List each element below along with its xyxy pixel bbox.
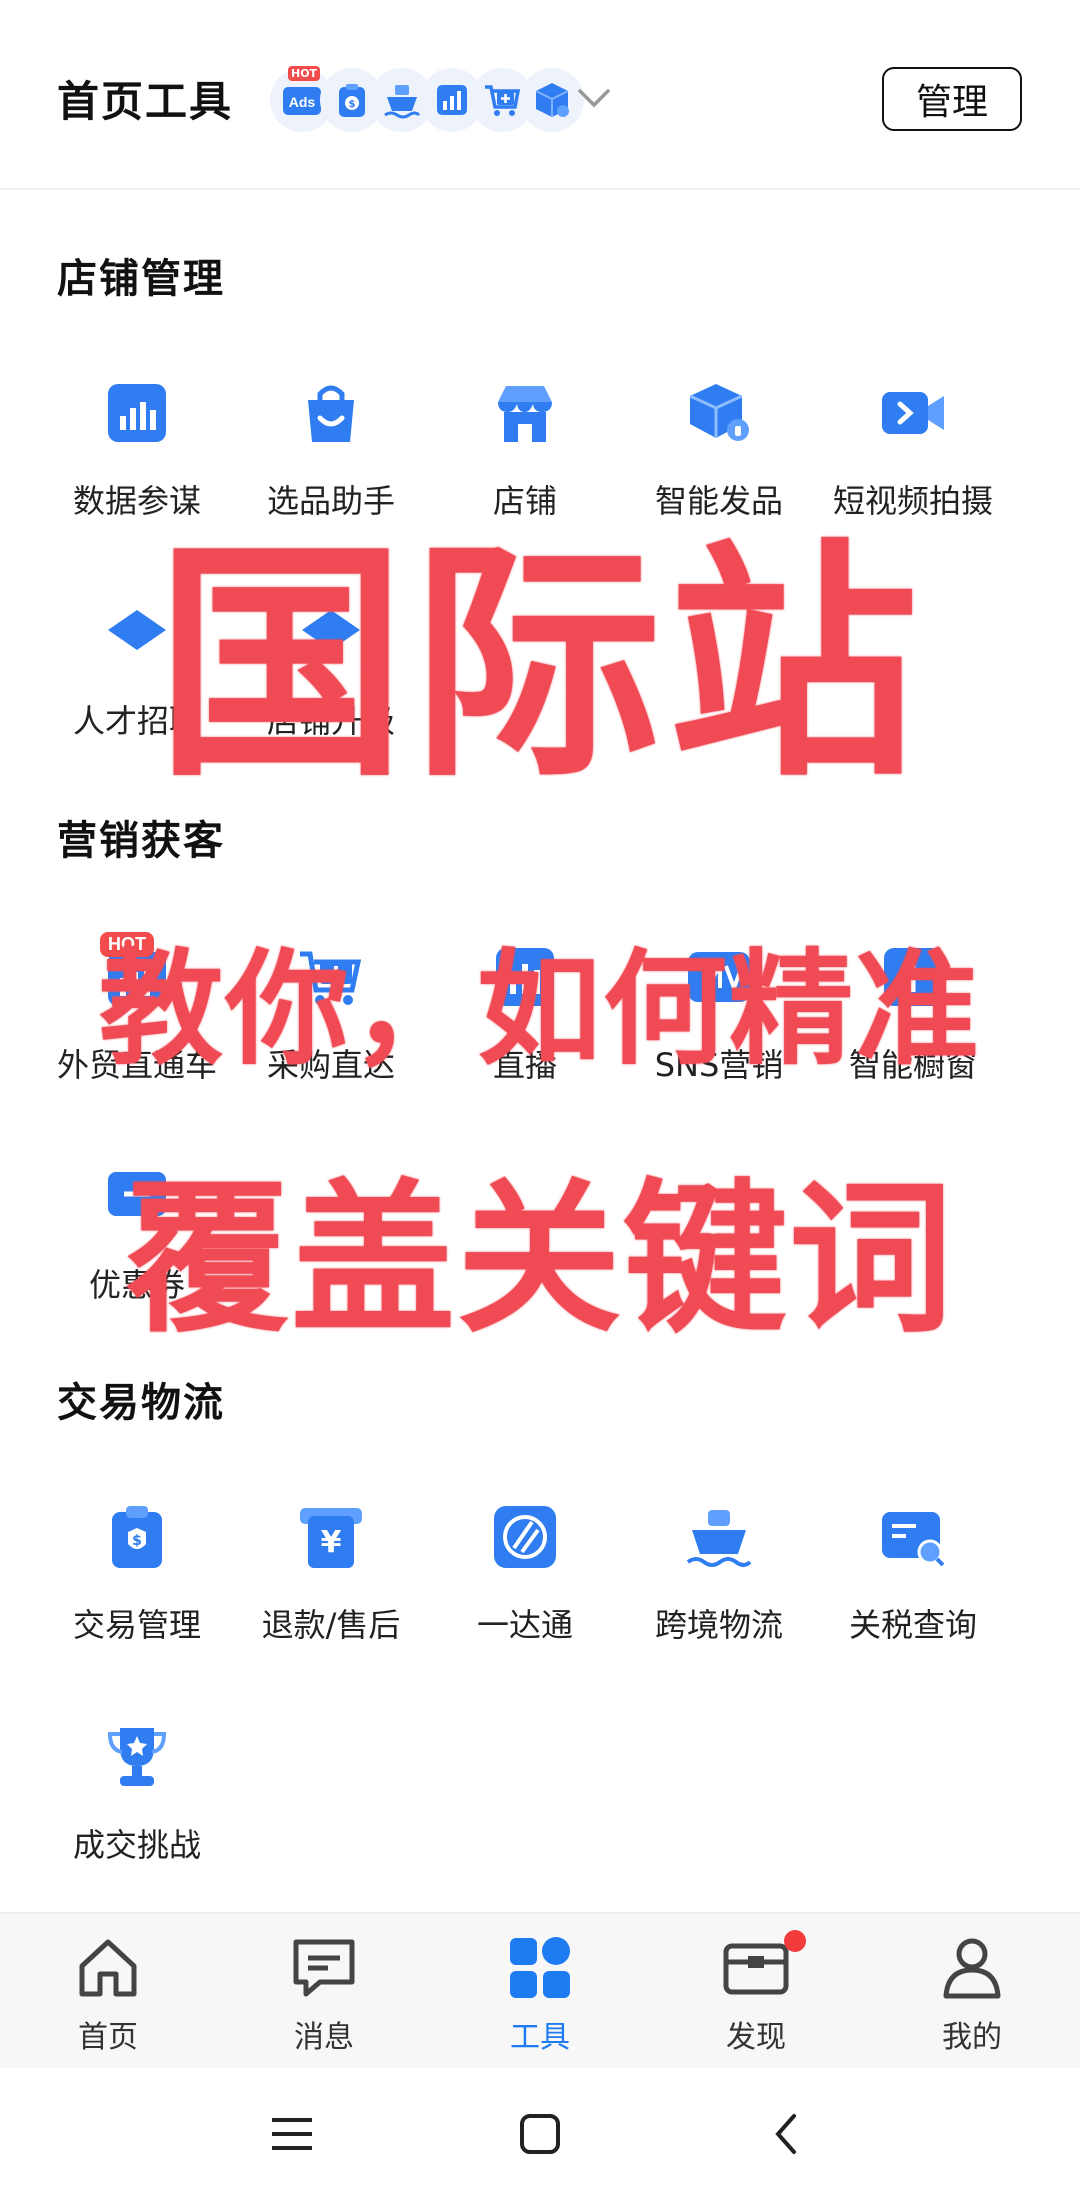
menu-icon[interactable] [262, 2106, 322, 2162]
globe-icon [492, 1504, 558, 1570]
nav-label: 首页 [78, 2020, 138, 2055]
tools-grid-icon [510, 1937, 570, 1998]
page-title: 首页工具 [57, 77, 234, 126]
notification-dot [784, 1930, 806, 1952]
tool-label: 数据参谋 [72, 482, 201, 520]
tool-short-video[interactable]: 短视频拍摄 [816, 380, 1010, 540]
nav-profile[interactable]: 我的 [892, 1934, 1052, 2064]
tool-deal-challenge[interactable]: 成交挑战 [40, 1724, 234, 1884]
shortcut-strip[interactable]: HOT Ads $ [270, 66, 584, 134]
nav-label: 发现 [726, 2020, 786, 2055]
home-icon [79, 1939, 137, 1997]
svg-text:Ads: Ads [289, 94, 316, 110]
nav-discover[interactable]: 发现 [676, 1930, 836, 2064]
tool-label: 关税查询 [848, 1606, 977, 1644]
window-icon [880, 944, 946, 1010]
system-nav-bar [0, 2068, 1080, 2198]
diamond-icon [104, 600, 170, 666]
back-chevron-icon[interactable] [758, 2106, 818, 2162]
ship-icon [686, 1504, 752, 1570]
tool-direct-purchase[interactable]: 采购直达 [234, 944, 428, 1104]
tool-label: 人才招聘 [72, 702, 201, 740]
tool-tariff-lookup[interactable]: 关税查询 [816, 1504, 1010, 1664]
tool-smart-window[interactable]: 智能橱窗 [816, 944, 1010, 1104]
nav-label: 工具 [510, 2020, 570, 2055]
tool-product-assistant[interactable]: 选品助手 [234, 380, 428, 540]
live-chart-icon [492, 944, 558, 1010]
card-search-icon [880, 1504, 946, 1570]
tool-storefront[interactable]: 店铺 [428, 380, 622, 540]
tool-coupon[interactable]: 优惠券 [40, 1164, 234, 1324]
svg-text:$: $ [349, 99, 356, 110]
tool-sns[interactable]: SNS营销 [622, 944, 816, 1104]
shopping-bag-icon [298, 380, 364, 446]
tool-label: 店铺升级 [266, 702, 395, 740]
nav-label: 我的 [942, 2020, 1002, 2055]
nav-label: 消息 [294, 2020, 354, 2055]
tool-label: 跨境物流 [654, 1606, 783, 1644]
hot-badge: HOT [100, 932, 154, 957]
svg-text:$: $ [132, 1533, 142, 1549]
sns-icon [686, 944, 752, 1010]
coupon-icon [104, 1164, 170, 1230]
svg-text:¥: ¥ [321, 1525, 342, 1560]
home-square-icon[interactable] [510, 2106, 570, 2162]
tool-label: 优惠券 [88, 1266, 185, 1304]
tool-label: 店铺 [492, 482, 557, 520]
tool-store-upgrade[interactable]: 店铺升级 [234, 600, 428, 760]
tool-label: 一达通 [476, 1606, 573, 1644]
tool-onetouch[interactable]: 一达通 [428, 1504, 622, 1664]
message-icon [293, 1939, 355, 1997]
tool-logistics[interactable]: 跨境物流 [622, 1504, 816, 1664]
discover-box-icon [723, 1943, 789, 1995]
nav-home[interactable]: 首页 [28, 1934, 188, 2064]
tool-label: 成交挑战 [72, 1826, 201, 1864]
trophy-icon [104, 1724, 170, 1790]
nav-tools[interactable]: 工具 [460, 1934, 620, 2064]
profile-icon [943, 1938, 1001, 1999]
tool-label: SNS营销 [654, 1046, 784, 1084]
yuan-receipt-icon: ¥ [298, 1504, 364, 1570]
tool-refund[interactable]: ¥ 退款/售后 [234, 1504, 428, 1664]
tool-label: 外贸直通车 [56, 1046, 217, 1084]
chevron-down-icon[interactable] [574, 78, 614, 118]
tool-data-advisor[interactable]: 数据参谋 [40, 380, 234, 540]
tool-label: 智能发品 [654, 482, 783, 520]
section-title-trade: 交易物流 [57, 1380, 225, 1426]
tool-label: 交易管理 [72, 1606, 201, 1644]
nav-messages[interactable]: 消息 [244, 1934, 404, 2064]
bar-chart-icon [104, 380, 170, 446]
cart-plus-icon [298, 944, 364, 1010]
tool-label: 短视频拍摄 [832, 482, 993, 520]
diamond-up-icon [298, 600, 364, 666]
bottom-nav: 首页 消息 工具 发现 我的 [0, 1912, 1080, 2070]
section-title-marketing: 营销获客 [57, 818, 225, 864]
tool-label: 采购直达 [266, 1046, 395, 1084]
tools-page: 首页工具 HOT Ads $ 管理 店铺管理 数据参谋 选品助手 店铺 智能发品… [0, 0, 1080, 2198]
hot-badge: HOT [288, 66, 321, 81]
cube-bulb-icon [686, 380, 752, 446]
tool-smart-listing[interactable]: 智能发品 [622, 380, 816, 540]
header: 首页工具 HOT Ads $ 管理 [0, 0, 1080, 190]
tool-trade-management[interactable]: $ 交易管理 [40, 1504, 234, 1664]
tool-p4p[interactable]: HOT 外贸直通车 [40, 932, 234, 1104]
tool-live[interactable]: 直播 [428, 944, 622, 1104]
manage-button[interactable]: 管理 [882, 67, 1022, 131]
tool-recruitment[interactable]: 人才招聘 [40, 600, 234, 760]
storefront-icon [492, 380, 558, 446]
clipboard-dollar-icon: $ [104, 1504, 170, 1570]
tool-label: 选品助手 [266, 482, 395, 520]
tool-label: 直播 [492, 1046, 557, 1084]
tool-label: 退款/售后 [261, 1606, 401, 1644]
section-title-store: 店铺管理 [57, 256, 225, 302]
tool-label: 智能橱窗 [848, 1046, 977, 1084]
video-camera-icon [880, 380, 946, 446]
